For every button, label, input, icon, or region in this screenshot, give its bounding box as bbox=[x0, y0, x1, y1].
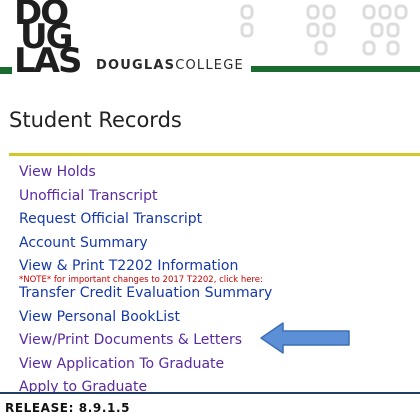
logo-green-bar bbox=[0, 67, 12, 74]
footer-divider bbox=[0, 392, 420, 394]
menu-item-account-summary: Account Summary bbox=[19, 235, 272, 259]
college-header: DO UG LAS DOUGLASCOLLEGE bbox=[0, 0, 420, 96]
t2202-note: *NOTE* for important changes to 2017 T22… bbox=[19, 275, 272, 285]
douglas-logo-mark: DO UG LAS bbox=[0, 0, 82, 82]
t2202-information-link[interactable]: View & Print T2202 Information bbox=[19, 258, 272, 275]
menu-item-personal-booklist: View Personal BookList bbox=[19, 309, 272, 333]
account-summary-link[interactable]: Account Summary bbox=[19, 235, 272, 252]
t2202-note-text: *NOTE* for important changes to 2017 T22… bbox=[19, 275, 241, 285]
transfer-credit-evaluation-link[interactable]: Transfer Credit Evaluation Summary bbox=[19, 285, 272, 302]
header-watermark-pattern bbox=[240, 4, 408, 56]
wordmark-light: COLLEGE bbox=[175, 58, 244, 73]
menu-item-view-holds: View Holds bbox=[19, 164, 272, 188]
menu-item-view-application-graduate: View Application To Graduate bbox=[19, 356, 272, 380]
menu-item-unofficial-transcript: Unofficial Transcript bbox=[19, 188, 272, 212]
logo-line-3: LAS bbox=[14, 41, 82, 81]
t2202-note-here-link[interactable]: here: bbox=[241, 275, 263, 285]
request-official-transcript-link[interactable]: Request Official Transcript bbox=[19, 211, 272, 228]
menu-item-t2202: View & Print T2202 Information *NOTE* fo… bbox=[19, 258, 272, 285]
menu-item-transfer-credit: Transfer Credit Evaluation Summary bbox=[19, 285, 272, 309]
wordmark-bold: DOUGLAS bbox=[96, 58, 176, 73]
student-records-menu: View Holds Unofficial Transcript Request… bbox=[19, 164, 272, 403]
personal-booklist-link[interactable]: View Personal BookList bbox=[19, 309, 272, 326]
view-application-to-graduate-link[interactable]: View Application To Graduate bbox=[19, 356, 272, 373]
header-green-rule bbox=[251, 66, 420, 72]
view-holds-link[interactable]: View Holds bbox=[19, 164, 272, 181]
menu-item-apply-to-graduate: Apply to Graduate bbox=[19, 379, 272, 403]
menu-item-documents-letters: View/Print Documents & Letters bbox=[19, 332, 272, 356]
release-version: RELEASE: 8.9.1.5 bbox=[5, 401, 131, 413]
documents-letters-link[interactable]: View/Print Documents & Letters bbox=[19, 332, 272, 349]
left-arrow-icon bbox=[260, 322, 350, 354]
page-title: Student Records bbox=[9, 108, 182, 132]
unofficial-transcript-link[interactable]: Unofficial Transcript bbox=[19, 188, 272, 205]
menu-item-request-official-transcript: Request Official Transcript bbox=[19, 211, 272, 235]
title-divider bbox=[9, 153, 420, 156]
college-wordmark: DOUGLASCOLLEGE bbox=[96, 58, 244, 73]
